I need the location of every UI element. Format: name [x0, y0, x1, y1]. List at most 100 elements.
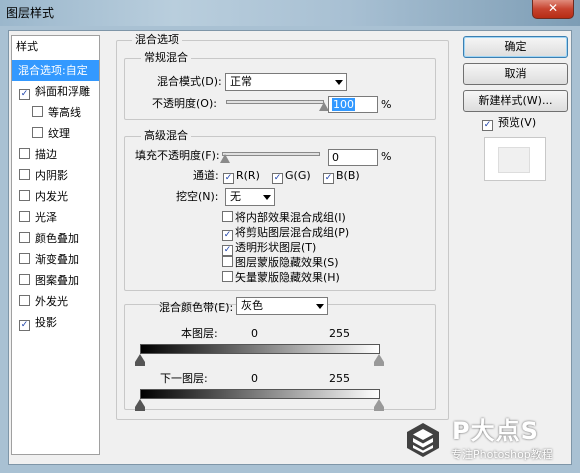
- style-item[interactable]: 内发光: [12, 186, 99, 207]
- chevron-down-icon: [263, 195, 271, 200]
- style-preview-swatch: [498, 147, 530, 173]
- preview-checkbox[interactable]: ✓ 预览(V): [482, 115, 536, 131]
- this-layer-label: 本图层:: [181, 327, 218, 340]
- blend-if-dropdown[interactable]: 灰色: [236, 297, 328, 315]
- channel-label: G(G): [285, 169, 311, 182]
- style-item[interactable]: 等高线: [12, 102, 99, 123]
- advanced-option-box[interactable]: [222, 256, 233, 267]
- blend-mode-dropdown[interactable]: 正常: [225, 73, 347, 91]
- advanced-blending-title: 高级混合: [141, 129, 191, 143]
- style-item-checkbox[interactable]: [19, 274, 30, 285]
- blending-options-title: 混合选项: [132, 33, 182, 47]
- style-item[interactable]: 图案叠加: [12, 270, 99, 291]
- channels-label: 通道:: [193, 169, 219, 182]
- style-item-checkbox[interactable]: [19, 190, 30, 201]
- fill-opacity-unit: %: [381, 150, 392, 163]
- underlying-white-thumb[interactable]: [374, 399, 384, 407]
- style-item-checkbox[interactable]: [32, 106, 43, 117]
- opacity-value: 100: [332, 98, 355, 111]
- style-item[interactable]: ✓ 斜面和浮雕: [12, 81, 99, 102]
- style-item[interactable]: 光泽: [12, 207, 99, 228]
- title-bar[interactable]: 图层样式: [0, 0, 580, 26]
- channel-label: B(B): [336, 169, 360, 182]
- style-item-label: 内发光: [35, 190, 68, 203]
- cancel-button[interactable]: 取消: [463, 63, 568, 85]
- style-item-label: 纹理: [48, 127, 70, 140]
- this-layer-black-thumb-base[interactable]: [135, 362, 145, 366]
- style-item-label: 等高线: [48, 106, 81, 119]
- channel-checkbox-box[interactable]: ✓: [323, 173, 334, 184]
- style-item-label: 图案叠加: [35, 274, 79, 287]
- advanced-option-checkbox[interactable]: ✓ 将剪贴图层混合成组(P): [222, 225, 349, 241]
- style-item[interactable]: 颜色叠加: [12, 228, 99, 249]
- channel-checkbox-box[interactable]: ✓: [223, 173, 234, 184]
- opacity-label: 不透明度(O):: [152, 97, 217, 110]
- style-item[interactable]: 描边: [12, 144, 99, 165]
- style-item-checkbox[interactable]: [19, 169, 30, 180]
- underlying-layer-max: 255: [329, 372, 350, 385]
- underlying-layer-min: 0: [251, 372, 258, 385]
- advanced-option-box[interactable]: [222, 211, 233, 222]
- fill-opacity-slider-thumb[interactable]: [220, 154, 230, 163]
- underlying-black-thumb-base[interactable]: [135, 407, 145, 411]
- knockout-dropdown[interactable]: 无: [225, 188, 275, 206]
- channel-checkbox[interactable]: ✓ G(G): [272, 168, 311, 184]
- opacity-unit: %: [381, 98, 392, 111]
- preview-label: 预览(V): [498, 116, 537, 129]
- advanced-option-checkbox[interactable]: ✓ 透明形状图层(T): [222, 240, 316, 256]
- channel-checkbox[interactable]: ✓ B(B): [323, 168, 360, 184]
- style-item-checkbox[interactable]: [19, 232, 30, 243]
- style-item-label: 斜面和浮雕: [35, 85, 90, 98]
- style-item-label: 内阴影: [35, 169, 68, 182]
- preview-checkbox-box[interactable]: ✓: [482, 120, 493, 131]
- advanced-option-label: 矢量蒙版隐藏效果(H): [235, 271, 340, 284]
- blend-if-value: 灰色: [241, 299, 263, 312]
- window-title: 图层样式: [6, 6, 55, 20]
- style-item-checkbox[interactable]: [19, 211, 30, 222]
- styles-header[interactable]: 样式: [11, 38, 91, 55]
- style-item[interactable]: 混合选项:自定: [12, 60, 99, 81]
- style-item[interactable]: 纹理: [12, 123, 99, 144]
- channel-checkbox[interactable]: ✓ R(R): [223, 168, 260, 184]
- watermark-subtitle: 专注Photoshop教程: [451, 448, 553, 461]
- new-style-button[interactable]: 新建样式(W)...: [463, 90, 568, 112]
- fill-opacity-input[interactable]: 0: [328, 149, 378, 166]
- style-item-label: 混合选项:自定: [18, 64, 88, 77]
- opacity-input[interactable]: 100: [328, 96, 378, 113]
- underlying-layer-gradient: [140, 389, 380, 399]
- close-button[interactable]: ✕: [532, 0, 574, 19]
- style-item-checkbox[interactable]: [19, 295, 30, 306]
- advanced-option-box[interactable]: [222, 271, 233, 282]
- style-item-label: 颜色叠加: [35, 232, 79, 245]
- style-item[interactable]: 内阴影: [12, 165, 99, 186]
- this-layer-gradient: [140, 344, 380, 354]
- underlying-black-thumb[interactable]: [135, 399, 145, 407]
- fill-opacity-slider[interactable]: [222, 152, 320, 156]
- advanced-option-checkbox[interactable]: 将内部效果混合成组(I): [222, 210, 346, 226]
- ok-button[interactable]: 确定: [463, 36, 568, 58]
- style-item-checkbox[interactable]: [19, 253, 30, 264]
- this-layer-max: 255: [329, 327, 350, 340]
- fill-opacity-value: 0: [332, 151, 339, 164]
- advanced-option-label: 透明形状图层(T): [235, 241, 317, 254]
- blend-if-label: 混合颜色带(E):: [159, 301, 234, 314]
- advanced-option-label: 将剪贴图层混合成组(P): [235, 226, 350, 239]
- style-item-checkbox[interactable]: ✓: [19, 320, 30, 331]
- channel-checkbox-box[interactable]: ✓: [272, 173, 283, 184]
- style-item[interactable]: 外发光: [12, 291, 99, 312]
- advanced-option-checkbox[interactable]: 图层蒙版隐藏效果(S): [222, 255, 339, 271]
- advanced-option-checkbox[interactable]: 矢量蒙版隐藏效果(H): [222, 270, 340, 286]
- style-item-checkbox[interactable]: [19, 148, 30, 159]
- blend-mode-label: 混合模式(D):: [157, 75, 222, 88]
- this-layer-white-thumb[interactable]: [374, 354, 384, 362]
- this-layer-black-thumb[interactable]: [135, 354, 145, 362]
- advanced-option-label: 图层蒙版隐藏效果(S): [235, 256, 339, 269]
- style-item-checkbox[interactable]: ✓: [19, 89, 30, 100]
- style-item-label: 光泽: [35, 211, 57, 224]
- this-layer-white-thumb-base[interactable]: [374, 362, 384, 366]
- style-item[interactable]: 渐变叠加: [12, 249, 99, 270]
- opacity-slider[interactable]: [226, 100, 324, 104]
- style-item[interactable]: ✓ 投影: [12, 312, 99, 333]
- underlying-white-thumb-base[interactable]: [374, 407, 384, 411]
- style-item-checkbox[interactable]: [32, 127, 43, 138]
